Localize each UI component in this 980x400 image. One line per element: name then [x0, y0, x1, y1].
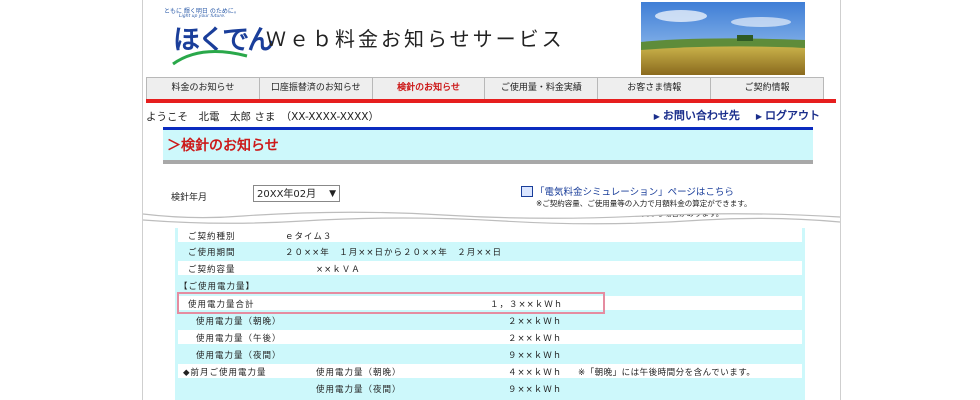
year-month-select[interactable]: 20XX年02月 ▼: [253, 185, 340, 202]
banner-landscape-image: [641, 2, 805, 75]
table-row: ご契約容量 ××ｋＶＡ: [178, 261, 802, 275]
reading-details-table: ご契約種別 ｅタイム３ ご使用期間 ２０××年 １月××日から２０××年 ２月×…: [175, 228, 805, 400]
page-title: ＞検針のお知らせ: [167, 138, 279, 154]
site-title: Ｗｅｂ料金お知らせサービス: [266, 27, 565, 51]
table-row: 使用電力量（朝晩） ２××ｋＷｈ: [178, 313, 802, 327]
nav-usage-history[interactable]: ご使用量・料金実績: [485, 78, 599, 99]
year-month-label: 検針年月: [171, 193, 208, 203]
logo-swoosh-icon: [172, 50, 248, 66]
hokuden-logo[interactable]: ほくでん: [171, 18, 274, 66]
section-header: ＞検針のお知らせ: [163, 130, 813, 164]
nav-contract-info[interactable]: ご契約情報: [711, 78, 823, 99]
page-frame: ともに 輝く明日 のために。 Light up your future. ほくで…: [142, 0, 841, 400]
main-nav: 料金のお知らせ 口座振替済のお知らせ 検針のお知らせ ご使用量・料金実績 お客さ…: [146, 77, 824, 100]
torn-edge-divider: [143, 207, 840, 229]
table-row: 使用電力量（夜間） ９××ｋＷｈ: [178, 347, 802, 361]
welcome-text: ようこそ 北電 太郎 さま （XX-XXXX-XXXX）: [146, 111, 380, 123]
contact-link[interactable]: ▶ お問い合わせ先: [654, 107, 740, 123]
triangle-right-icon: ▶: [653, 112, 660, 121]
logout-link[interactable]: ▶ ログアウト: [756, 107, 820, 123]
table-row: 使用電力量（夜間） ９××ｋＷｈ: [178, 381, 802, 395]
table-row: ◆前月ご使用電力量 使用電力量（朝晩） ４××ｋＷｈ ※「朝晩」には午後時間分を…: [178, 364, 802, 378]
nav-debit-notice[interactable]: 口座振替済のお知らせ: [260, 78, 373, 99]
simulation-link[interactable]: 「電気料金シミュレーション」ページはこちら: [535, 184, 734, 198]
window-icon: [521, 186, 533, 197]
nav-divider: [146, 99, 836, 103]
table-row: ご契約種別 ｅタイム３: [178, 228, 802, 242]
table-row: 【ご使用電力量】: [178, 278, 802, 292]
nav-bill-notice[interactable]: 料金のお知らせ: [147, 78, 260, 99]
table-row: ご使用期間 ２０××年 １月××日から２０××年 ２月××日: [178, 244, 802, 258]
chevron-down-icon: ▼: [329, 189, 336, 199]
triangle-right-icon: ▶: [755, 112, 762, 121]
total-usage-highlight: [177, 292, 605, 314]
nav-meter-reading[interactable]: 検針のお知らせ: [373, 78, 486, 99]
table-row: 使用電力量（午後） ２××ｋＷｈ: [178, 330, 802, 344]
header-links: ▶ お問い合わせ先 ▶ ログアウト: [654, 107, 820, 123]
nav-customer-info[interactable]: お客さま情報: [598, 78, 712, 99]
